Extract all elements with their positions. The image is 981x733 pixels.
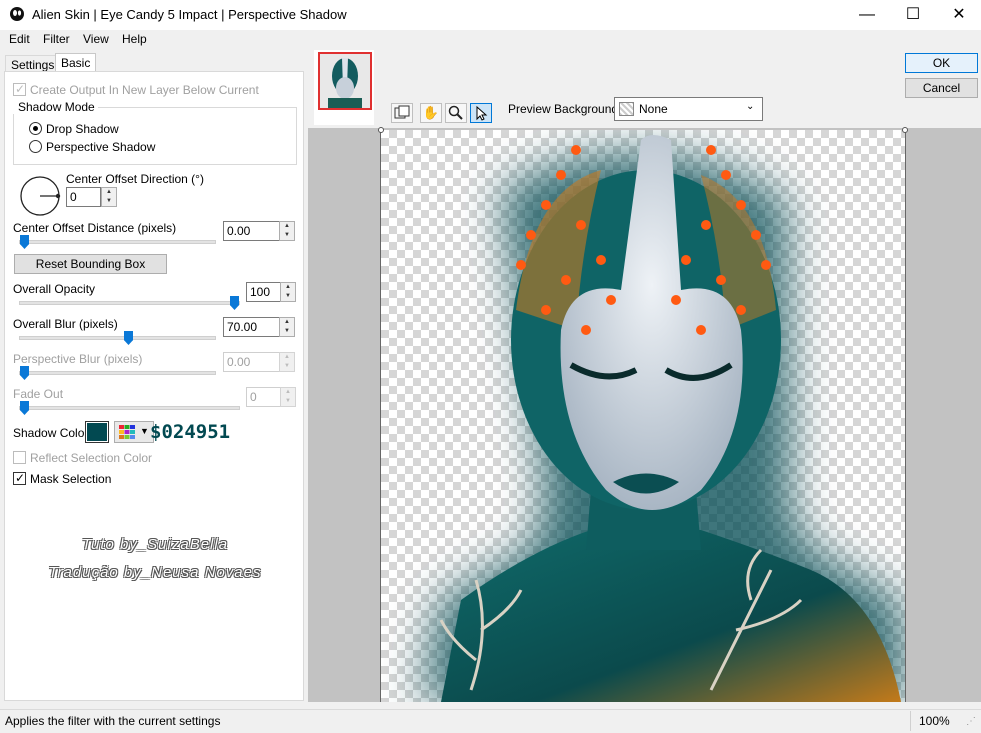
chevron-down-icon: ▼ [140, 426, 149, 436]
thumbnail-image [320, 54, 370, 108]
zoom-level: 100% [919, 714, 950, 728]
perspective-blur-thumb[interactable] [20, 366, 29, 380]
direction-dial[interactable] [18, 174, 62, 218]
shadow-color-label: Shadow Color [13, 426, 89, 440]
fade-out-thumb[interactable] [20, 401, 29, 415]
hand-pan-icon: ✋ [422, 105, 440, 120]
overall-blur-input[interactable]: 70.00 [223, 317, 280, 337]
preview-background-label: Preview Background: [508, 102, 622, 116]
title-bar: Alien Skin | Eye Candy 5 Impact | Perspe… [0, 0, 981, 30]
toggle-preview-icon [394, 105, 410, 119]
menu-filter[interactable]: Filter [43, 32, 70, 46]
maximize-button[interactable]: ☐ [890, 0, 936, 30]
overall-opacity-input[interactable]: 100 [246, 282, 281, 302]
resize-grip-icon[interactable]: ⋰ [966, 716, 976, 727]
overall-opacity-label: Overall Opacity [13, 282, 96, 296]
cancel-button[interactable]: Cancel [905, 78, 978, 98]
drop-shadow-label: Drop Shadow [46, 122, 119, 136]
reset-bounding-box-button[interactable]: Reset Bounding Box [14, 254, 167, 274]
window-title: Alien Skin | Eye Candy 5 Impact | Perspe… [32, 7, 347, 22]
preview-background-select[interactable]: None ⌄ [614, 97, 763, 121]
status-text: Applies the filter with the current sett… [5, 714, 221, 728]
reflect-selection-checkbox[interactable] [13, 451, 26, 464]
shadow-mode-label: Shadow Mode [13, 100, 98, 114]
perspective-shadow-radio[interactable] [29, 140, 42, 153]
fade-out-input[interactable]: 0 [246, 387, 281, 407]
checker-swatch-icon [619, 102, 634, 116]
overall-opacity-spinner[interactable]: ▲ ▼ [280, 282, 296, 302]
reflect-selection-label: Reflect Selection Color [30, 451, 153, 465]
menu-edit[interactable]: Edit [9, 32, 30, 46]
zoom-icon [448, 105, 463, 120]
close-button[interactable]: ✕ [936, 0, 981, 30]
ok-button[interactable]: OK [905, 53, 978, 73]
overall-blur-label: Overall Blur (pixels) [13, 317, 118, 331]
zoom-tool-button[interactable] [445, 103, 467, 123]
preview-image [421, 135, 905, 702]
canvas-handle-top-right[interactable] [902, 127, 908, 133]
thumbnail-viewport-frame[interactable] [318, 52, 372, 110]
tab-basic[interactable]: Basic [55, 53, 97, 71]
hand-tool-button[interactable]: ✋ [420, 103, 442, 123]
preview-background-value: None [639, 102, 668, 116]
alien-skin-logo-icon [10, 7, 24, 21]
overall-blur-spinner[interactable]: ▲ ▼ [279, 317, 295, 337]
color-palette-dropdown[interactable]: ▼ [114, 421, 154, 443]
fade-out-slider[interactable] [19, 406, 240, 410]
shadow-color-fill [87, 423, 107, 441]
watermark-line-1: Tuto by_SuizaBella [81, 536, 229, 553]
center-offset-direction-spinner[interactable]: ▲ ▼ [101, 187, 117, 207]
mask-selection-label: Mask Selection [30, 472, 112, 486]
preview-canvas[interactable] [380, 130, 906, 702]
fade-out-label: Fade Out [13, 387, 64, 401]
center-offset-distance-slider[interactable] [19, 240, 216, 244]
perspective-blur-slider[interactable] [19, 371, 216, 375]
watermark-line-2: Tradução by_Neusa Novaes [48, 564, 262, 581]
mask-selection-checkbox[interactable]: ✓ [13, 471, 26, 485]
overall-blur-slider[interactable] [19, 336, 216, 340]
overall-blur-thumb[interactable] [124, 331, 133, 345]
center-offset-direction-input[interactable]: 0 [66, 187, 101, 207]
perspective-blur-label: Perspective Blur (pixels) [13, 352, 143, 366]
chevron-down-icon: ⌄ [746, 101, 755, 112]
basic-settings-panel: ✓ Create Output In New Layer Below Curre… [4, 71, 304, 701]
create-output-checkbox[interactable]: ✓ [13, 82, 26, 96]
canvas-handle-top-left[interactable] [378, 127, 384, 133]
shoulders-shape [441, 530, 901, 702]
center-offset-distance-input[interactable]: 0.00 [223, 221, 280, 241]
select-arrow-icon [476, 105, 488, 121]
menu-view[interactable]: View [83, 32, 109, 46]
menu-help[interactable]: Help [122, 32, 147, 46]
drop-shadow-radio[interactable] [29, 122, 42, 135]
center-offset-distance-thumb[interactable] [20, 235, 29, 249]
status-bar: Applies the filter with the current sett… [0, 709, 981, 733]
shadow-color-hex-text: $024951 [150, 421, 231, 443]
overall-opacity-slider[interactable] [19, 301, 240, 305]
fade-out-spinner[interactable]: ▲ ▼ [280, 387, 296, 407]
menu-bar: Edit Filter View Help [0, 30, 981, 49]
perspective-blur-spinner[interactable]: ▲ ▼ [279, 352, 295, 372]
color-grid-icon [119, 425, 135, 439]
select-tool-button[interactable] [470, 103, 492, 123]
center-offset-distance-spinner[interactable]: ▲ ▼ [279, 221, 295, 241]
center-offset-direction-label: Center Offset Direction (°) [66, 172, 204, 186]
navigator-thumbnail[interactable] [314, 50, 374, 125]
center-offset-distance-label: Center Offset Distance (pixels) [13, 221, 177, 235]
create-output-label: Create Output In New Layer Below Current [30, 83, 259, 97]
overall-opacity-thumb[interactable] [230, 296, 239, 310]
shadow-mode-group [13, 107, 297, 165]
shadow-color-swatch[interactable] [85, 421, 109, 443]
toggle-preview-button[interactable] [391, 103, 413, 123]
perspective-shadow-label: Perspective Shadow [46, 140, 156, 154]
perspective-blur-input[interactable]: 0.00 [223, 352, 280, 372]
minimize-button[interactable]: — [844, 0, 890, 30]
status-divider [910, 711, 911, 731]
